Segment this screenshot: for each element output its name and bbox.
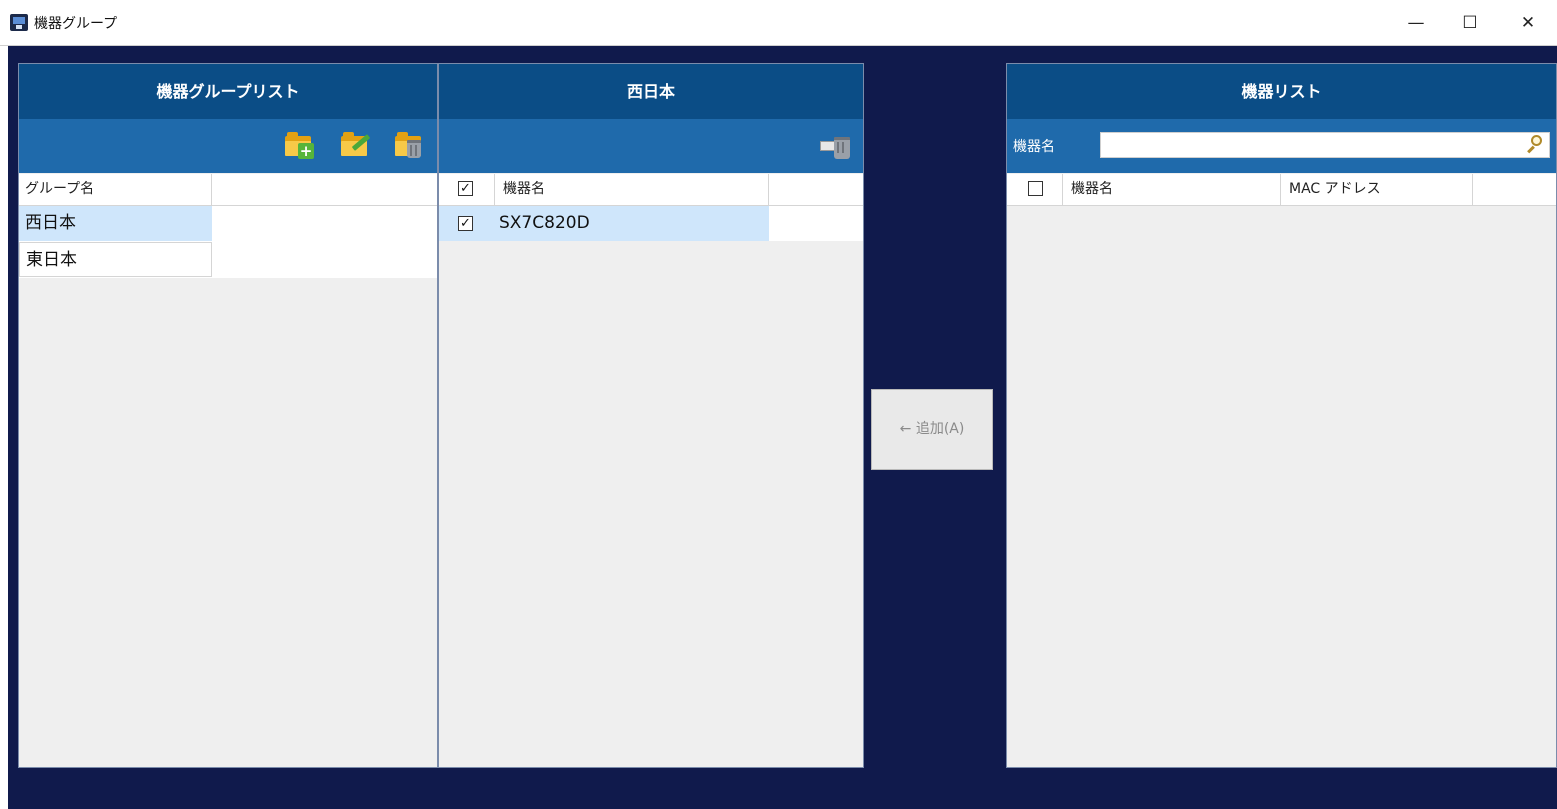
group-row-east[interactable]: 東日本 bbox=[19, 242, 212, 277]
members-toolbar bbox=[439, 119, 863, 173]
device-name-header[interactable]: 機器名 bbox=[1063, 174, 1281, 205]
device-search-input[interactable] bbox=[1100, 132, 1550, 158]
device-list-panel: 機器リスト 機器名 機器名 MAC アドレス bbox=[1006, 63, 1557, 768]
members-device-name-header[interactable]: 機器名 bbox=[495, 174, 769, 205]
group-list-title: 機器グループリスト bbox=[19, 64, 437, 119]
device-list-title: 機器リスト bbox=[1007, 64, 1556, 119]
minimize-button[interactable]: — bbox=[1393, 0, 1439, 46]
search-icon[interactable] bbox=[1527, 135, 1543, 154]
members-select-all-checkbox[interactable]: ✓ bbox=[458, 181, 473, 196]
group-name-column-header[interactable]: グループ名 bbox=[19, 174, 212, 205]
device-search-label: 機器名 bbox=[1013, 139, 1055, 155]
member-device-name: SX7C820D bbox=[499, 213, 590, 233]
member-row[interactable]: ✓ SX7C820D bbox=[439, 206, 769, 241]
group-members-panel: 西日本 ✓ 機器名 ✓ SX7C820D bbox=[438, 63, 864, 768]
group-toolbar: + bbox=[19, 119, 437, 173]
add-group-icon[interactable]: + bbox=[285, 132, 314, 159]
device-select-all bbox=[1007, 174, 1063, 205]
device-select-all-checkbox[interactable] bbox=[1028, 181, 1043, 196]
window-title: 機器グループ bbox=[34, 16, 118, 32]
close-button[interactable]: ✕ bbox=[1505, 0, 1551, 46]
device-grid-header: 機器名 MAC アドレス bbox=[1007, 174, 1556, 206]
group-list-panel: 機器グループリスト + グループ名 西日本 東日本 bbox=[18, 63, 438, 768]
device-search-bar: 機器名 bbox=[1007, 119, 1556, 173]
members-grid-header: ✓ 機器名 bbox=[439, 174, 863, 206]
remove-device-icon[interactable] bbox=[820, 133, 856, 159]
app-area: 機器グループリスト + グループ名 西日本 東日本 西日本 ✓ 機器名 ✓ SX… bbox=[8, 46, 1557, 809]
group-grid-header: グループ名 bbox=[19, 174, 437, 206]
group-row-west[interactable]: 西日本 bbox=[19, 206, 212, 241]
members-select-all: ✓ bbox=[439, 174, 495, 205]
delete-group-icon[interactable] bbox=[395, 132, 421, 158]
add-button[interactable]: ← 追加(A) bbox=[871, 389, 993, 470]
edit-group-icon[interactable] bbox=[341, 132, 371, 156]
mac-address-header[interactable]: MAC アドレス bbox=[1281, 174, 1473, 205]
app-icon bbox=[10, 14, 28, 31]
title-bar: 機器グループ — ☐ ✕ bbox=[0, 0, 1557, 46]
maximize-button[interactable]: ☐ bbox=[1447, 0, 1493, 46]
member-row-checkbox[interactable]: ✓ bbox=[458, 216, 473, 231]
members-title: 西日本 bbox=[439, 64, 863, 119]
